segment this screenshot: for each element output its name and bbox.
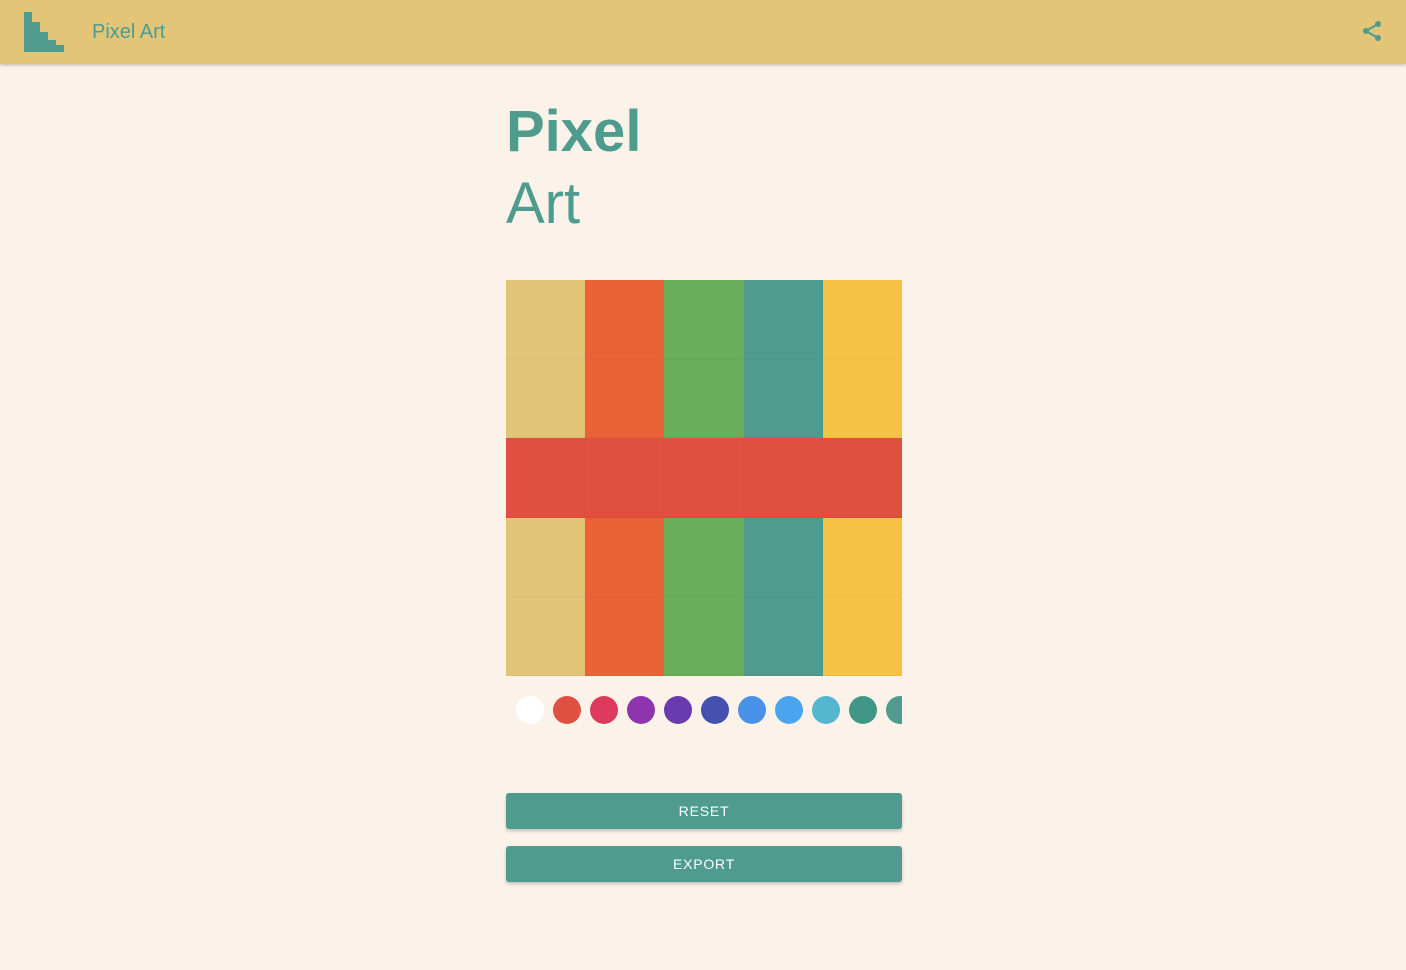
pixel-cell[interactable] <box>743 596 823 676</box>
heading-line-pixel: Pixel <box>506 99 642 164</box>
pixel-cell[interactable] <box>822 280 902 360</box>
pixel-cell[interactable] <box>743 280 823 360</box>
pixel-cell[interactable] <box>664 517 744 597</box>
palette-swatch[interactable] <box>701 696 729 724</box>
pixel-staircase-logo-icon[interactable] <box>24 12 64 52</box>
pixel-cell[interactable] <box>585 280 665 360</box>
pixel-cell[interactable] <box>585 596 665 676</box>
palette-swatch[interactable] <box>849 696 877 724</box>
pixel-cell[interactable] <box>664 359 744 439</box>
color-palette <box>506 696 902 724</box>
pixel-canvas[interactable] <box>506 280 902 676</box>
page-heading: Pixel Art <box>506 96 902 240</box>
top-app-bar: Pixel Art <box>0 0 1406 64</box>
pixel-cell[interactable] <box>506 596 586 676</box>
palette-swatch[interactable] <box>553 696 581 724</box>
pixel-cell[interactable] <box>822 596 902 676</box>
pixel-cell[interactable] <box>506 438 586 518</box>
pixel-cell[interactable] <box>506 359 586 439</box>
palette-swatch[interactable] <box>738 696 766 724</box>
palette-swatch[interactable] <box>627 696 655 724</box>
palette-swatch[interactable] <box>775 696 803 724</box>
app-title: Pixel Art <box>92 21 166 43</box>
pixel-cell[interactable] <box>664 596 744 676</box>
palette-swatch[interactable] <box>664 696 692 724</box>
pixel-cell[interactable] <box>664 438 744 518</box>
pixel-cell[interactable] <box>822 438 902 518</box>
palette-swatch[interactable] <box>886 696 902 724</box>
pixel-cell[interactable] <box>743 517 823 597</box>
pixel-cell[interactable] <box>664 280 744 360</box>
pixel-cell[interactable] <box>743 359 823 439</box>
pixel-cell[interactable] <box>822 359 902 439</box>
pixel-cell[interactable] <box>822 517 902 597</box>
pixel-cell[interactable] <box>743 438 823 518</box>
pixel-cell[interactable] <box>585 359 665 439</box>
palette-swatch[interactable] <box>590 696 618 724</box>
palette-swatch[interactable] <box>516 696 544 724</box>
export-button[interactable]: EXPORT <box>506 846 902 882</box>
palette-swatch[interactable] <box>812 696 840 724</box>
share-icon[interactable] <box>1360 19 1384 43</box>
pixel-cell[interactable] <box>506 517 586 597</box>
pixel-cell[interactable] <box>585 438 665 518</box>
pixel-cell[interactable] <box>506 280 586 360</box>
main-content: Pixel Art RESET EXPORT <box>506 96 902 882</box>
heading-line-art: Art <box>506 171 581 236</box>
pixel-cell[interactable] <box>585 517 665 597</box>
reset-button[interactable]: RESET <box>506 793 902 829</box>
